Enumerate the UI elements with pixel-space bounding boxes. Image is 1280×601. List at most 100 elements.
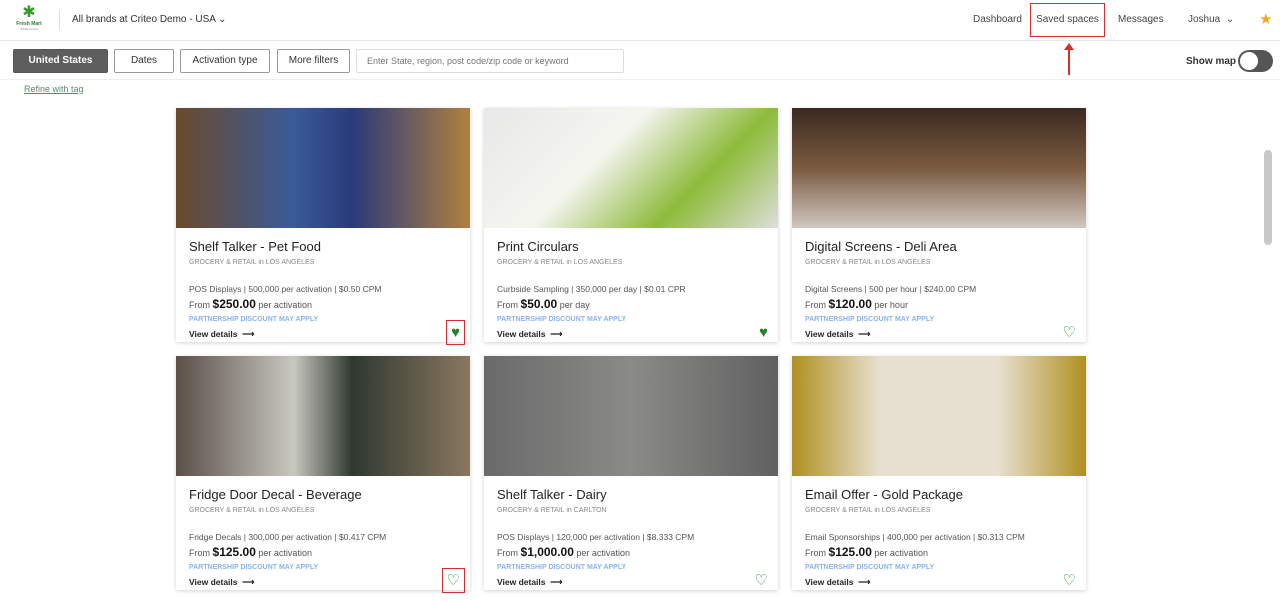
card-stats: Digital Screens | 500 per hour | $240.00… bbox=[805, 284, 977, 294]
show-map-toggle[interactable] bbox=[1238, 50, 1273, 72]
ad-space-card[interactable]: Shelf Talker - Pet Food GROCERY & RETAIL… bbox=[176, 108, 470, 345]
price-value: $1,000.00 bbox=[520, 545, 574, 559]
card-category: GROCERY & RETAIL in LOS ANGELES bbox=[497, 259, 623, 266]
discount-note: PARTNERSHIP DISCOUNT MAY APPLY bbox=[497, 316, 627, 323]
card-title[interactable]: Fridge Door Decal - Beverage bbox=[189, 487, 362, 502]
card-stats: Curbside Sampling | 350,000 per day | $0… bbox=[497, 284, 686, 294]
arrow-right-icon: ⟶ bbox=[550, 577, 563, 587]
heart-outline-icon[interactable]: ♡ bbox=[755, 573, 768, 588]
card-category: GROCERY & RETAIL in LOS ANGELES bbox=[805, 507, 931, 514]
view-details-label: View details bbox=[189, 329, 238, 339]
ad-space-card[interactable]: Shelf Talker - Dairy GROCERY & RETAIL in… bbox=[484, 356, 778, 590]
price-unit: per activation bbox=[874, 548, 928, 558]
card-title[interactable]: Print Circulars bbox=[497, 239, 579, 254]
arrow-right-icon: ⟶ bbox=[550, 329, 563, 339]
view-details-link[interactable]: View details ⟶ bbox=[805, 577, 870, 588]
card-stats: POS Displays | 500,000 per activation | … bbox=[189, 284, 382, 294]
heart-outline-icon[interactable]: ♡ bbox=[441, 568, 466, 593]
ad-space-card[interactable]: Digital Screens - Deli Area GROCERY & RE… bbox=[792, 108, 1086, 342]
price-value: $250.00 bbox=[212, 297, 256, 311]
divider bbox=[59, 10, 60, 30]
refine-with-tag-link[interactable]: Refine with tag bbox=[24, 84, 84, 94]
ad-space-image[interactable] bbox=[484, 356, 778, 476]
heart-outline-icon[interactable]: ♡ bbox=[1063, 325, 1076, 340]
more-filters-button[interactable]: More filters bbox=[277, 49, 350, 73]
view-details-link[interactable]: View details ⟶ bbox=[189, 577, 254, 588]
show-map-label: Show map bbox=[1186, 56, 1237, 67]
ad-space-card[interactable]: Print Circulars GROCERY & RETAIL in LOS … bbox=[484, 108, 778, 342]
arrow-right-icon: ⟶ bbox=[242, 329, 255, 339]
price-prefix: From bbox=[497, 548, 518, 558]
fresh-mart-logo[interactable]: ✱ Fresh Mart Whole Foods bbox=[12, 5, 46, 35]
user-menu[interactable]: Joshua ⌄ bbox=[1188, 14, 1234, 25]
price-unit: per activation bbox=[258, 548, 312, 558]
card-price: From $125.00 per activation bbox=[805, 545, 928, 559]
card-price: From $125.00 per activation bbox=[189, 545, 312, 559]
card-price: From $1,000.00 per activation bbox=[497, 545, 630, 559]
view-details-link[interactable]: View details ⟶ bbox=[497, 329, 562, 340]
discount-note: PARTNERSHIP DISCOUNT MAY APPLY bbox=[189, 316, 319, 323]
ad-space-image[interactable] bbox=[176, 356, 470, 476]
filter-bar: United States Dates Activation type More… bbox=[0, 41, 1280, 80]
discount-note: PARTNERSHIP DISCOUNT MAY APPLY bbox=[805, 316, 935, 323]
view-details-label: View details bbox=[189, 577, 238, 587]
card-stats: Email Sponsorships | 400,000 per activat… bbox=[805, 532, 1025, 542]
chevron-down-icon: ⌄ bbox=[218, 14, 227, 25]
view-details-label: View details bbox=[497, 577, 546, 587]
nav-dashboard[interactable]: Dashboard bbox=[973, 14, 1022, 25]
card-title[interactable]: Shelf Talker - Dairy bbox=[497, 487, 607, 502]
logo-subtext: Whole Foods bbox=[20, 27, 38, 31]
price-unit: per activation bbox=[258, 300, 312, 310]
ad-space-image[interactable] bbox=[484, 108, 778, 228]
view-details-label: View details bbox=[805, 577, 854, 587]
price-unit: per hour bbox=[874, 300, 908, 310]
top-bar: ✱ Fresh Mart Whole Foods All brands at C… bbox=[0, 0, 1280, 41]
card-stats: POS Displays | 120,000 per activation | … bbox=[497, 532, 695, 542]
price-value: $125.00 bbox=[828, 545, 872, 559]
ad-space-image[interactable] bbox=[792, 356, 1086, 476]
card-price: From $250.00 per activation bbox=[189, 297, 312, 311]
price-unit: per day bbox=[559, 300, 590, 310]
card-category: GROCERY & RETAIL in LOS ANGELES bbox=[805, 259, 931, 266]
view-details-link[interactable]: View details ⟶ bbox=[189, 329, 254, 340]
arrow-right-icon: ⟶ bbox=[858, 329, 871, 339]
card-title[interactable]: Email Offer - Gold Package bbox=[805, 487, 963, 502]
star-icon[interactable]: ★ bbox=[1259, 10, 1272, 28]
price-value: $125.00 bbox=[212, 545, 256, 559]
arrow-right-icon: ⟶ bbox=[858, 577, 871, 587]
view-details-link[interactable]: View details ⟶ bbox=[497, 577, 562, 588]
brand-selector[interactable]: All brands at Criteo Demo - USA ⌄ bbox=[72, 14, 227, 25]
view-details-label: View details bbox=[497, 329, 546, 339]
activation-type-button[interactable]: Activation type bbox=[180, 49, 270, 73]
discount-note: PARTNERSHIP DISCOUNT MAY APPLY bbox=[805, 564, 935, 571]
nav-messages[interactable]: Messages bbox=[1118, 14, 1164, 25]
price-unit: per activation bbox=[576, 548, 630, 558]
country-filter-button[interactable]: United States bbox=[13, 49, 108, 73]
view-details-link[interactable]: View details ⟶ bbox=[805, 329, 870, 340]
price-value: $50.00 bbox=[520, 297, 558, 311]
chevron-down-icon: ⌄ bbox=[1225, 14, 1235, 25]
ad-space-card[interactable]: Email Offer - Gold Package GROCERY & RET… bbox=[792, 356, 1086, 590]
card-stats: Fridge Decals | 300,000 per activation |… bbox=[189, 532, 387, 542]
arrow-right-icon: ⟶ bbox=[242, 577, 255, 587]
card-title[interactable]: Digital Screens - Deli Area bbox=[805, 239, 957, 254]
ad-space-image[interactable] bbox=[176, 108, 470, 228]
heart-filled-icon[interactable]: ♥ bbox=[446, 320, 465, 345]
ad-space-image[interactable] bbox=[792, 108, 1086, 228]
nav-saved-spaces[interactable]: Saved spaces bbox=[1030, 3, 1105, 37]
price-prefix: From bbox=[805, 548, 826, 558]
heart-outline-icon[interactable]: ♡ bbox=[1063, 573, 1076, 588]
price-prefix: From bbox=[805, 300, 826, 310]
location-search-input[interactable] bbox=[356, 49, 624, 73]
heart-filled-icon[interactable]: ♥ bbox=[759, 325, 768, 340]
scrollbar[interactable] bbox=[1264, 150, 1272, 245]
ad-space-card[interactable]: Fridge Door Decal - Beverage GROCERY & R… bbox=[176, 356, 470, 593]
discount-note: PARTNERSHIP DISCOUNT MAY APPLY bbox=[189, 564, 319, 571]
card-title[interactable]: Shelf Talker - Pet Food bbox=[189, 239, 321, 254]
view-details-label: View details bbox=[805, 329, 854, 339]
brand-selector-label: All brands at Criteo Demo - USA bbox=[72, 14, 216, 25]
card-category: GROCERY & RETAIL in LOS ANGELES bbox=[189, 507, 315, 514]
dates-filter-button[interactable]: Dates bbox=[114, 49, 174, 73]
card-category: GROCERY & RETAIL in LOS ANGELES bbox=[189, 259, 315, 266]
price-prefix: From bbox=[189, 300, 210, 310]
